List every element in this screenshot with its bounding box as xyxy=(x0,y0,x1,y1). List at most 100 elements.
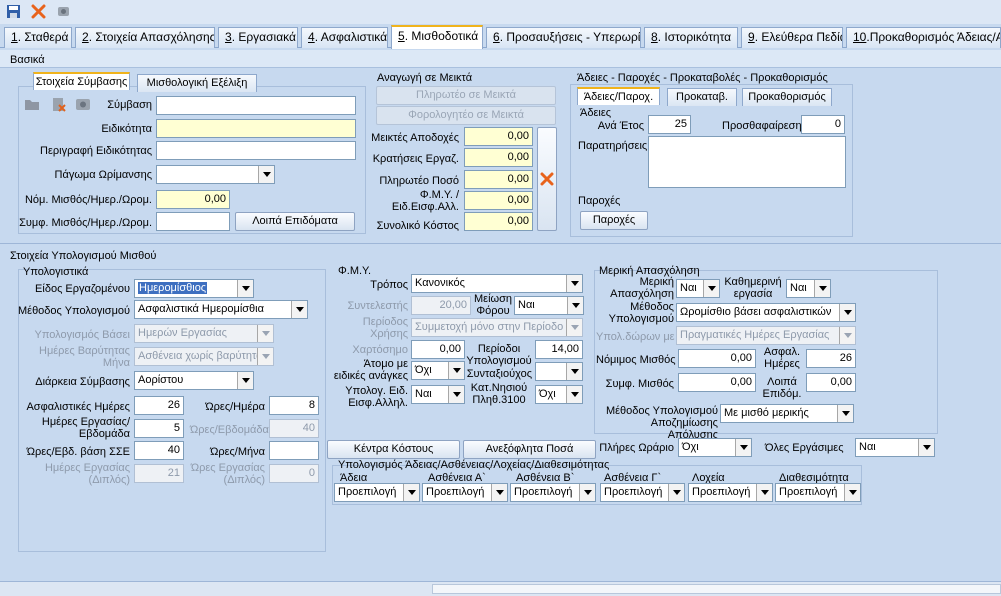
tab-ergasiaka[interactable]: 3. Εργασιακά xyxy=(218,27,298,48)
astheneia-b-select[interactable]: Προεπιλογή xyxy=(510,483,596,502)
anexoflita-posa-button[interactable]: Ανεξόφλητα Ποσά xyxy=(463,440,596,459)
nomimos-input[interactable]: 0,00 xyxy=(678,349,756,368)
bottom-scrollbar[interactable] xyxy=(0,581,1001,596)
tab-prokathorismos-sub[interactable]: Προκαθορισμός xyxy=(742,88,832,106)
tab-istorikotita[interactable]: 8. Ιστορικότητα xyxy=(644,27,738,48)
loxeia-select[interactable]: Προεπιλογή xyxy=(688,483,773,502)
ypolog-eid-select[interactable]: Ναι xyxy=(411,385,465,404)
symf-misthos-input[interactable] xyxy=(156,212,230,231)
ana-etos-input[interactable]: 25 xyxy=(648,115,691,134)
chevron-down-icon[interactable] xyxy=(448,386,464,403)
loipa-epidomata-button[interactable]: Λοιπά Επιδόματα xyxy=(235,212,355,231)
tab-stoixeia-symvasis[interactable]: Στοιχεία Σύμβασης xyxy=(33,72,130,90)
chevron-down-icon[interactable] xyxy=(814,280,830,297)
diarkeia-select[interactable]: Αορίστου xyxy=(134,371,254,390)
oles-select[interactable]: Ναι xyxy=(855,438,935,457)
nom-misthos-input[interactable]: 0,00 xyxy=(156,190,230,209)
chevron-down-icon[interactable] xyxy=(257,348,273,365)
chevron-down-icon[interactable] xyxy=(844,484,860,501)
diathesimotita-select[interactable]: Προεπιλογή xyxy=(775,483,861,502)
chevron-down-icon[interactable] xyxy=(668,484,684,501)
chevron-down-icon[interactable] xyxy=(567,297,583,314)
ores-mina-input[interactable] xyxy=(269,441,319,460)
chevron-down-icon[interactable] xyxy=(258,166,274,183)
meriki-asfal-input[interactable]: 26 xyxy=(806,349,856,368)
paroxes-button[interactable]: Παροχές xyxy=(580,211,648,230)
kathim-select[interactable]: Ναι xyxy=(786,279,831,298)
symvasi-input[interactable] xyxy=(156,96,356,115)
chevron-down-icon[interactable] xyxy=(448,362,464,379)
meiktes-apodoxes-input[interactable]: 0,00 xyxy=(464,127,533,146)
methodos-apoz-select[interactable]: Με μισθό μερικής xyxy=(720,404,854,423)
kat-nisiou-select[interactable]: Όχι xyxy=(535,385,583,404)
chevron-down-icon[interactable] xyxy=(703,280,719,297)
chevron-down-icon[interactable] xyxy=(839,304,855,321)
imeres-evd-input[interactable]: 5 xyxy=(134,419,184,438)
pliroteo-poso-input[interactable]: 0,00 xyxy=(464,170,533,189)
chevron-down-icon[interactable] xyxy=(566,319,582,336)
tab-stoixeia-apasxolisis[interactable]: 2. Στοιχεία Απασχόλησης xyxy=(75,27,215,48)
loipa-epid-input[interactable]: 0,00 xyxy=(806,373,856,392)
syntaxiouxos-select[interactable] xyxy=(535,362,583,381)
chevron-down-icon[interactable] xyxy=(837,405,853,422)
atomo-select[interactable]: Όχι xyxy=(411,361,465,380)
xartosimo-input[interactable]: 0,00 xyxy=(411,340,465,359)
meriki-apas-select[interactable]: Ναι xyxy=(676,279,720,298)
tools-icon[interactable] xyxy=(55,3,72,20)
folder-icon[interactable] xyxy=(24,97,40,114)
tab-adeies-paroxes[interactable]: Άδειες/Παροχ. xyxy=(577,87,660,105)
meiosi-select[interactable]: Ναι xyxy=(514,296,584,315)
tab-misthodotika[interactable]: 5. Μισθοδοτικά xyxy=(391,25,483,49)
kentra-kostous-button[interactable]: Κέντρα Κόστους xyxy=(327,440,460,459)
eidikotita-input[interactable] xyxy=(156,119,356,138)
chevron-down-icon[interactable] xyxy=(291,301,307,318)
ores-evd-sse-input[interactable]: 40 xyxy=(134,441,184,460)
periodos-xrisis-select[interactable]: Συμμετοχή μόνο στην Περίοδο Ε xyxy=(411,318,583,337)
tropos-select[interactable]: Κανονικός xyxy=(411,274,583,293)
syntelestis-input[interactable]: 20,00 xyxy=(411,296,471,315)
eidos-select[interactable]: Ημερομίσθιος xyxy=(134,279,254,298)
chevron-down-icon[interactable] xyxy=(579,484,595,501)
imeres-diplos-input[interactable]: 21 xyxy=(134,464,184,483)
chevron-down-icon[interactable] xyxy=(491,484,507,501)
chevron-down-icon[interactable] xyxy=(566,275,582,292)
chevron-down-icon[interactable] xyxy=(735,439,751,456)
pliris-select[interactable]: Όχι xyxy=(678,438,752,457)
forologiteo-se-meikta-button[interactable]: Φορολογητέο σε Μεικτά xyxy=(376,106,556,125)
chevron-down-icon[interactable] xyxy=(839,327,855,344)
save-icon[interactable] xyxy=(5,3,22,20)
tab-eleuthera-pedia[interactable]: 9. Ελεύθερα Πεδία xyxy=(741,27,843,48)
chevron-down-icon[interactable] xyxy=(237,372,253,389)
meriki-symf-input[interactable]: 0,00 xyxy=(678,373,756,392)
chevron-down-icon[interactable] xyxy=(257,325,273,342)
synoliko-kostos-input[interactable]: 0,00 xyxy=(464,212,533,231)
astheneia-g-select[interactable]: Προεπιλογή xyxy=(600,483,685,502)
vasi-select[interactable]: Ημερών Εργασίας xyxy=(134,324,274,343)
tab-prosafxiseis[interactable]: 6. Προσαυξήσεις - Υπερωρίες xyxy=(486,27,641,48)
paratiriseis-textarea[interactable] xyxy=(648,136,846,188)
pagoma-select[interactable] xyxy=(156,165,275,184)
chevron-down-icon[interactable] xyxy=(237,280,253,297)
adeia-select[interactable]: Προεπιλογή xyxy=(334,483,420,502)
tab-stathera[interactable]: 1. Σταθερά xyxy=(4,27,72,48)
ores-diplos-input[interactable]: 0 xyxy=(269,464,319,483)
chevron-down-icon[interactable] xyxy=(756,484,772,501)
fmy-input[interactable]: 0,00 xyxy=(464,191,533,210)
meriki-methodos-select[interactable]: Ωρομίσθιο βάσει ασφαλιστικών xyxy=(676,303,856,322)
chevron-down-icon[interactable] xyxy=(403,484,419,501)
prosthafairesi-input[interactable]: 0 xyxy=(801,115,845,134)
imeres-vari-select[interactable]: Ασθένεια χωρίς βαρύτητα xyxy=(134,347,274,366)
tab-misthologiki-exelixi[interactable]: Μισθολογική Εξέλιξη xyxy=(137,74,257,92)
astheneia-a-select[interactable]: Προεπιλογή xyxy=(422,483,508,502)
tab-prokathorismos[interactable]: 10.Προκαθορισμός Άδειας/Ασθένειας xyxy=(846,27,1001,48)
asfal-imeres-input[interactable]: 26 xyxy=(134,396,184,415)
ores-evd-input[interactable]: 40 xyxy=(269,419,319,438)
pliroteo-se-meikta-button[interactable]: Πληρωτέο σε Μεικτά xyxy=(376,86,556,105)
perigrafi-input[interactable] xyxy=(156,141,356,160)
clear-values-button[interactable] xyxy=(537,127,557,231)
chevron-down-icon[interactable] xyxy=(918,439,934,456)
kratiseis-input[interactable]: 0,00 xyxy=(464,148,533,167)
delete-icon[interactable] xyxy=(30,3,47,20)
tab-prokatavoles[interactable]: Προκαταβ. xyxy=(667,88,737,106)
scrollbar-track[interactable] xyxy=(432,584,1001,594)
